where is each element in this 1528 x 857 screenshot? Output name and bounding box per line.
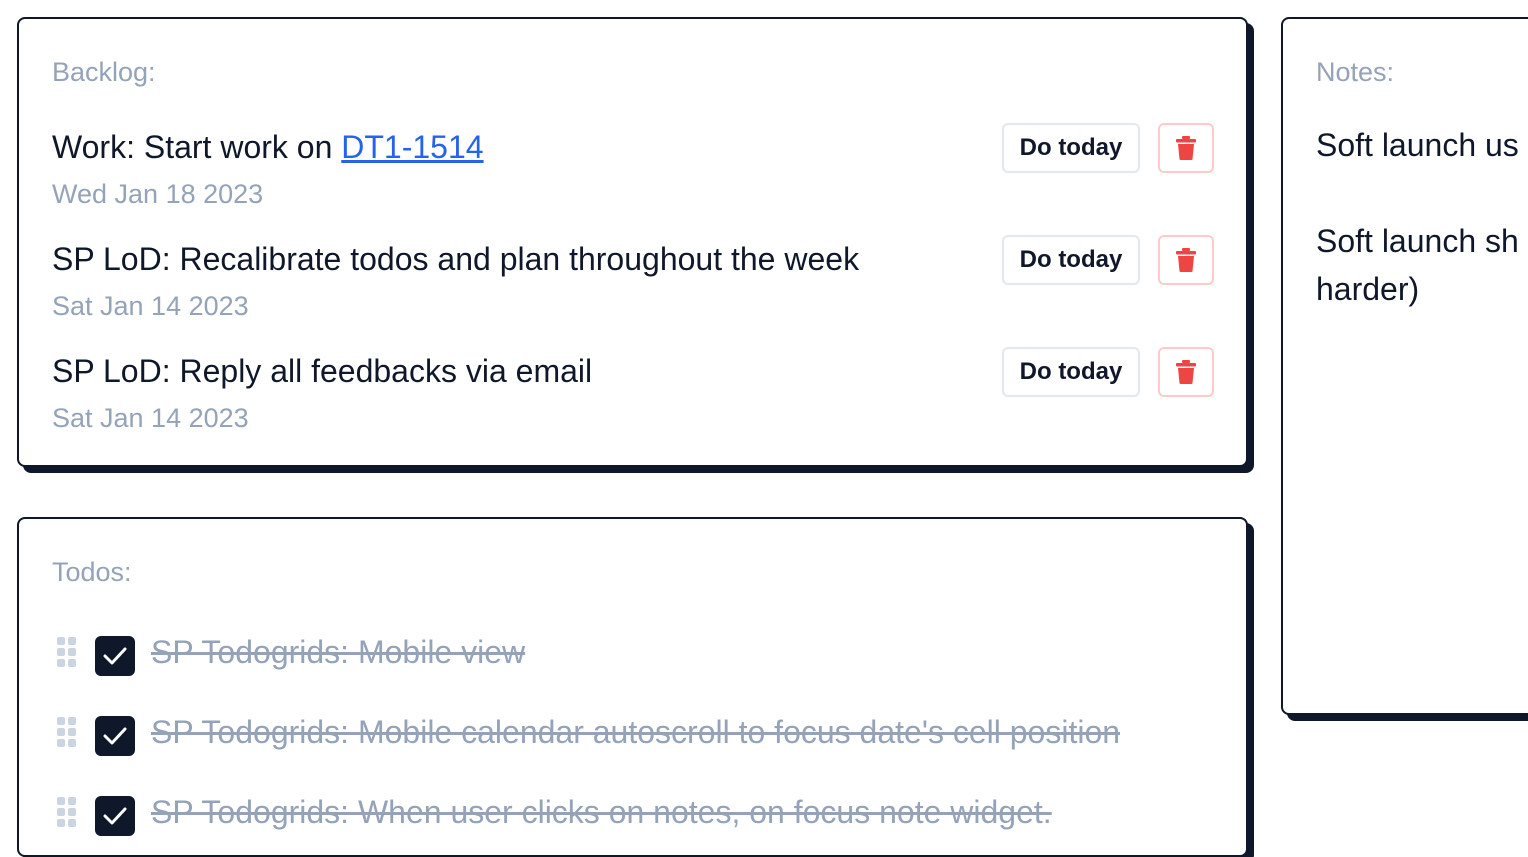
- backlog-item: SP LoD: Recalibrate todos and plan throu…: [52, 235, 1214, 325]
- todo-item-text: SP Todogrids: Mobile view: [151, 634, 526, 670]
- drag-handle-icon[interactable]: [57, 717, 79, 747]
- todo-item-text: SP Todogrids: When user clicks on notes,…: [151, 794, 1052, 830]
- ticket-link[interactable]: DT1-1514: [341, 129, 483, 165]
- check-icon: [103, 727, 127, 745]
- do-today-button[interactable]: Do today: [1002, 347, 1140, 397]
- note-line: Soft launch us: [1316, 127, 1519, 163]
- todos-title: Todos:: [52, 557, 132, 587]
- backlog-item-text: SP LoD: Reply all feedbacks via email: [52, 353, 593, 389]
- backlog-item-date: Sat Jan 14 2023: [52, 403, 249, 433]
- trash-icon: [1176, 248, 1196, 272]
- note-line: harder): [1316, 271, 1420, 307]
- check-icon: [103, 647, 127, 665]
- check-icon: [103, 807, 127, 825]
- todo-checkbox[interactable]: [95, 796, 135, 836]
- notes-card[interactable]: Notes: Soft launch us Soft launch sh har…: [1281, 17, 1528, 715]
- do-today-button[interactable]: Do today: [1002, 123, 1140, 173]
- backlog-item-date: Wed Jan 18 2023: [52, 179, 264, 209]
- backlog-item-text: SP LoD: Recalibrate todos and plan throu…: [52, 241, 860, 277]
- backlog-title: Backlog:: [52, 57, 156, 87]
- backlog-item-text-prefix: Work: Start work on: [52, 129, 342, 165]
- do-today-button[interactable]: Do today: [1002, 235, 1140, 285]
- notes-title: Notes:: [1316, 57, 1395, 87]
- backlog-item-date: Sat Jan 14 2023: [52, 291, 249, 321]
- todos-card: Todos: SP Todogrids: Mobile view SP Todo…: [17, 517, 1248, 857]
- todo-checkbox[interactable]: [95, 636, 135, 676]
- backlog-item: SP LoD: Reply all feedbacks via email Sa…: [52, 347, 1214, 437]
- delete-button[interactable]: [1158, 123, 1214, 173]
- note-line: Soft launch sh: [1316, 223, 1519, 259]
- drag-handle-icon[interactable]: [57, 637, 79, 667]
- trash-icon: [1176, 136, 1196, 160]
- trash-icon: [1176, 360, 1196, 384]
- delete-button[interactable]: [1158, 235, 1214, 285]
- drag-handle-icon[interactable]: [57, 797, 79, 827]
- backlog-card: Backlog: Work: Start work on DT1-1514 We…: [17, 17, 1248, 467]
- todo-item-text: SP Todogrids: Mobile calendar autoscroll…: [151, 714, 1121, 750]
- delete-button[interactable]: [1158, 347, 1214, 397]
- todo-checkbox[interactable]: [95, 716, 135, 756]
- backlog-item-text: Work: Start work on DT1-1514: [52, 129, 484, 166]
- backlog-item: Work: Start work on DT1-1514 Wed Jan 18 …: [52, 123, 1214, 213]
